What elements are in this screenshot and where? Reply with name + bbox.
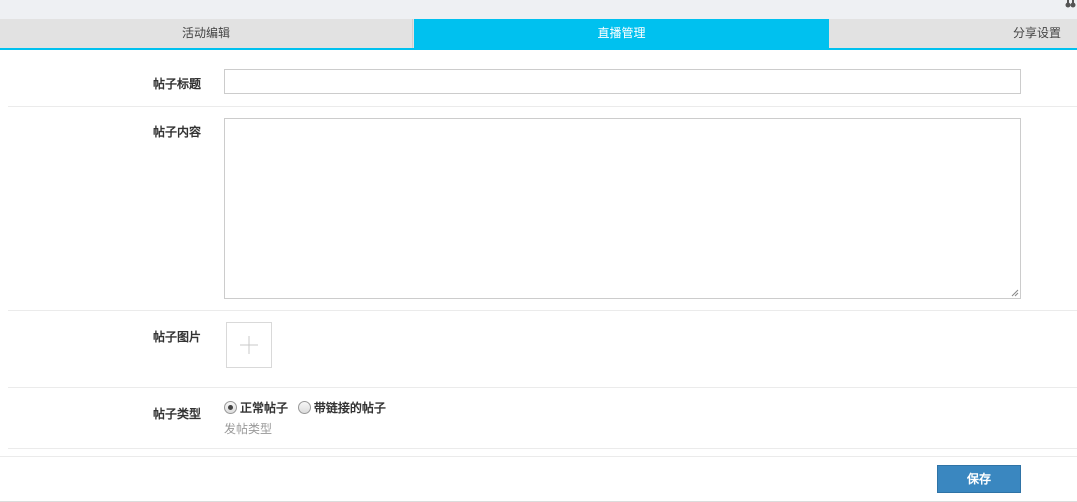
post-type-hint: 发帖类型 (224, 422, 273, 436)
form-row-image: 帖子图片 (8, 311, 1077, 388)
radio-checked-icon[interactable] (224, 401, 237, 414)
top-bar (0, 0, 1077, 19)
title-input[interactable] (224, 69, 1021, 94)
save-button[interactable]: 保存 (937, 465, 1021, 493)
image-upload-button[interactable] (226, 322, 272, 368)
post-type-radio-group: 正常帖子 带链接的帖子 (224, 399, 392, 415)
content-label: 帖子内容 (152, 125, 201, 139)
image-label: 帖子图片 (152, 330, 201, 344)
form-footer: 保存 (0, 456, 1077, 502)
content-textarea[interactable] (224, 118, 1021, 299)
tab-share-settings[interactable]: 分享设置 (830, 19, 1077, 48)
tab-bar: 活动编辑 直播管理 分享设置 (0, 19, 1077, 50)
radio-link-label: 带链接的帖子 (313, 401, 386, 415)
binoculars-icon[interactable] (1065, 0, 1076, 8)
resize-grip-icon[interactable] (1011, 289, 1019, 297)
tab-activity-edit[interactable]: 活动编辑 (0, 19, 413, 48)
form-row-title: 帖子标题 (8, 58, 1077, 107)
type-label: 帖子类型 (152, 407, 201, 421)
form-row-type: 帖子类型 正常帖子 带链接的帖子 发帖类型 (8, 388, 1077, 449)
radio-normal-label: 正常帖子 (240, 401, 289, 415)
radio-unchecked-icon[interactable] (297, 401, 311, 414)
plus-icon (240, 336, 258, 354)
tab-live-management[interactable]: 直播管理 (414, 19, 829, 48)
radio-normal-post[interactable]: 正常帖子 (224, 399, 288, 416)
radio-link-post[interactable]: 带链接的帖子 (297, 399, 386, 416)
form-row-content: 帖子内容 (8, 107, 1077, 311)
title-label: 帖子标题 (152, 77, 201, 91)
